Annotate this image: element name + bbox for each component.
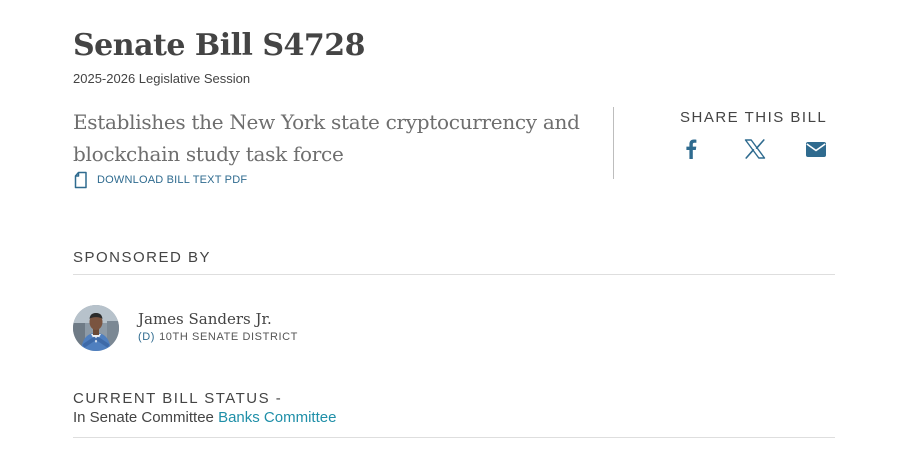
vertical-divider [613, 107, 614, 179]
status-text: In Senate Committee [73, 409, 214, 426]
sponsor-avatar[interactable] [73, 305, 119, 351]
bill-title: Senate Bill S4728 [73, 28, 366, 63]
legislative-session: 2025-2026 Legislative Session [73, 71, 251, 86]
share-facebook-button[interactable] [679, 137, 703, 161]
district-label: 10TH SENATE DISTRICT [159, 331, 299, 343]
party-label: (D) [138, 331, 156, 343]
share-heading: SHARE THIS BILL [680, 109, 828, 126]
sponsor-district: (D) 10TH SENATE DISTRICT [138, 330, 298, 344]
section-divider [73, 274, 835, 275]
sponsored-by-heading: SPONSORED BY [73, 249, 212, 266]
bill-status-line: In Senate Committee Banks Committee [73, 409, 336, 427]
download-label: DOWNLOAD BILL TEXT PDF [97, 174, 248, 186]
bill-summary: Establishes the New York state cryptocur… [73, 110, 580, 166]
current-bill-status-heading: CURRENT BILL STATUS - [73, 390, 283, 407]
share-x-button[interactable] [743, 137, 767, 161]
committee-link[interactable]: Banks Committee [218, 409, 336, 426]
section-divider [73, 437, 835, 438]
sponsor-name[interactable]: James Sanders Jr. [138, 310, 272, 328]
x-icon [744, 139, 766, 159]
download-bill-pdf-link[interactable]: DOWNLOAD BILL TEXT PDF [73, 171, 247, 189]
email-icon [805, 140, 827, 158]
facebook-icon [685, 139, 697, 159]
document-icon [73, 171, 89, 189]
share-email-button[interactable] [804, 137, 828, 161]
